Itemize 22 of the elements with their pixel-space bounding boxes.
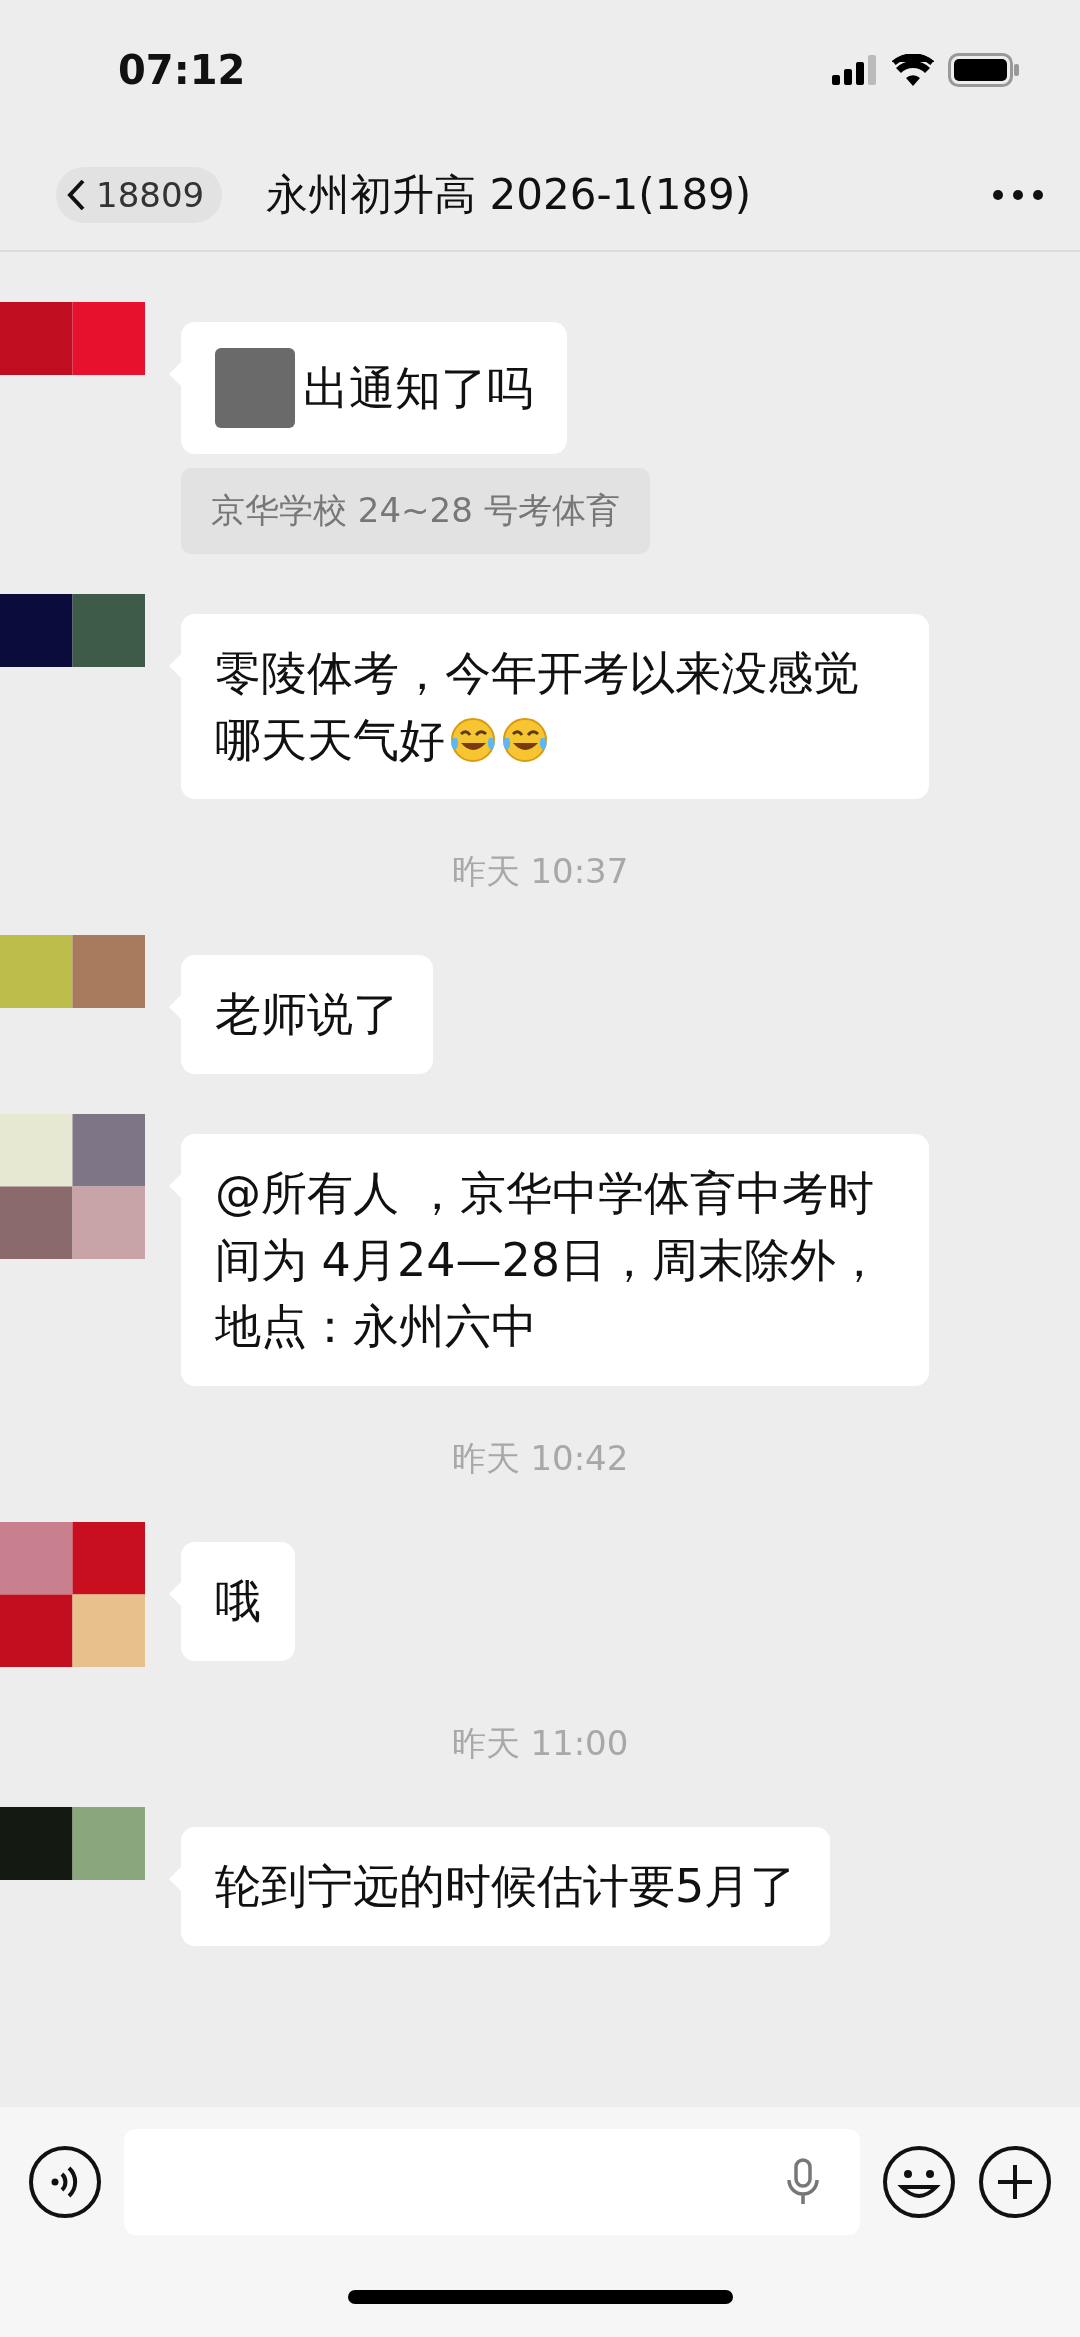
back-icon: [66, 178, 86, 212]
timestamp: 昨天 11:00: [451, 1722, 629, 1766]
message-text: 轮到宁远的时候估计要5月了: [215, 1858, 797, 1916]
signal-icon: [832, 55, 878, 85]
timestamp: 昨天 10:37: [451, 850, 629, 894]
message-input-field[interactable]: [124, 2129, 860, 2235]
back-button[interactable]: 18809: [56, 167, 223, 223]
message-text: 零陵体考，今年开考以来没感觉哪天天气好: [215, 645, 860, 769]
voice-icon[interactable]: [28, 2145, 102, 2219]
message-text: 哦: [215, 1573, 261, 1631]
status-time: 07:12: [118, 47, 246, 93]
emoji-icon[interactable]: [882, 2145, 956, 2219]
message-text: 老师说了: [215, 986, 399, 1044]
plus-icon[interactable]: [978, 2145, 1052, 2219]
chat-title: 永州初升高 2026-1(189): [266, 169, 753, 221]
message-text: @所有人 ，京华中学体育中考时间为 4月24—28日，周末除外，地点：永州六中: [215, 1165, 883, 1356]
timestamp: 昨天 10:42: [451, 1437, 629, 1481]
battery-icon: [948, 53, 1020, 87]
message-text: 出通知了吗: [303, 359, 533, 417]
more-icon[interactable]: [992, 189, 1044, 201]
wifi-icon: [892, 54, 934, 86]
microphone-icon[interactable]: [786, 2158, 820, 2206]
